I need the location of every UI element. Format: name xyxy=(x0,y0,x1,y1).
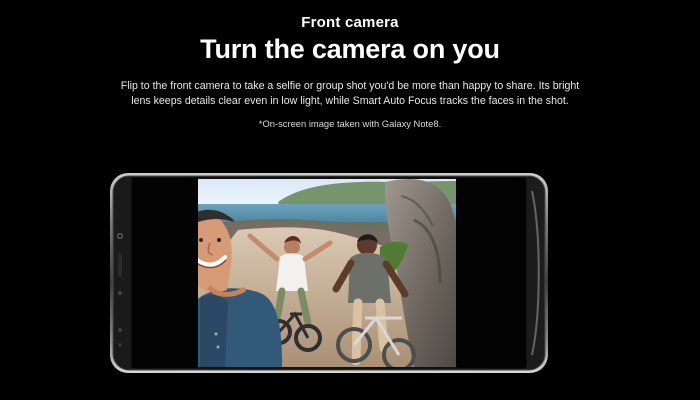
selfie-man-left-eye xyxy=(199,238,203,242)
hero-description-line-2: lens keeps details clear even in low lig… xyxy=(131,95,569,107)
selfie-man-right-eye xyxy=(217,238,221,242)
selfie-photo xyxy=(198,178,456,368)
left-black-bar xyxy=(132,178,198,368)
section-eyebrow: Front camera xyxy=(301,14,399,31)
speaker-grille-icon xyxy=(118,253,122,277)
image-footnote: *On-screen image taken with Galaxy Note8… xyxy=(258,118,442,129)
hero-description: Flip to the front camera to take a selfi… xyxy=(110,79,590,109)
hero-description-line-1: Flip to the front camera to take a selfi… xyxy=(120,80,580,92)
front-camera-lens-icon xyxy=(118,234,122,238)
phone-illustration xyxy=(110,173,548,373)
shirt-button-b xyxy=(216,345,220,349)
right-black-bar xyxy=(458,178,526,368)
hero-headline: Turn the camera on you xyxy=(200,34,500,64)
selfie-man-shirt-shadow xyxy=(200,294,228,368)
front-camera-hero: Front camera Turn the camera on you Flip… xyxy=(0,0,700,400)
shirt-button-a xyxy=(214,332,218,336)
right-man-shirt xyxy=(348,252,391,303)
proximity-sensor-icon xyxy=(118,343,122,347)
sensor-icon xyxy=(117,290,123,296)
phone-mockup xyxy=(110,173,548,373)
iris-scanner-icon xyxy=(118,328,122,332)
